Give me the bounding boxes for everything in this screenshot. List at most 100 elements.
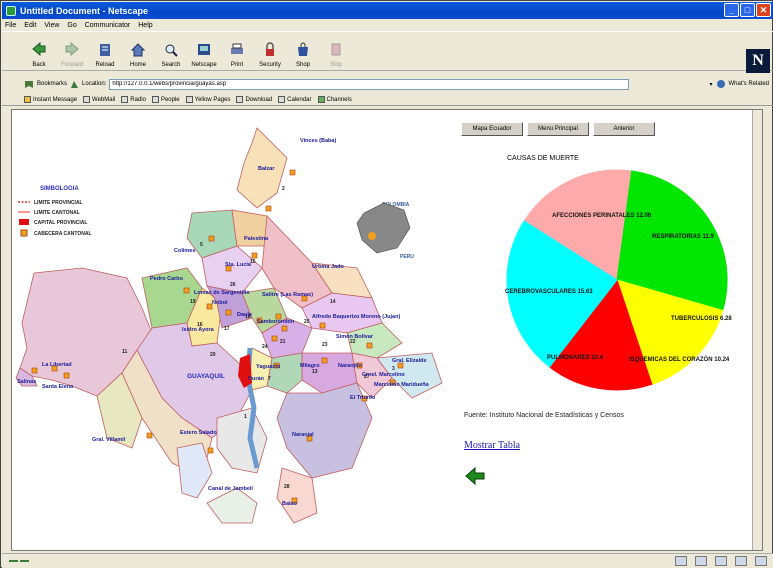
svg-text:Nobol: Nobol	[212, 300, 228, 306]
svg-text:5: 5	[200, 242, 203, 248]
security-button[interactable]: Security	[255, 32, 285, 70]
anterior-button[interactable]: Anterior	[593, 122, 655, 136]
menu-file[interactable]: File	[5, 22, 16, 29]
shop-button[interactable]: Shop	[288, 32, 318, 70]
print-button[interactable]: Print	[222, 32, 252, 70]
shop-icon	[298, 42, 308, 56]
print-icon	[231, 43, 243, 54]
forward-icon	[65, 42, 79, 57]
menu-go[interactable]: Go	[67, 22, 76, 29]
mapa-ecuador-button[interactable]: Mapa Ecuador	[461, 122, 523, 136]
groups-icon[interactable]	[715, 556, 727, 566]
svg-text:Balao: Balao	[282, 501, 298, 507]
back-button[interactable]: Back	[24, 32, 54, 70]
home-button[interactable]: Home	[123, 32, 153, 70]
svg-text:Salitre (Las Ramas): Salitre (Las Ramas)	[262, 292, 313, 298]
url-input[interactable]	[109, 78, 630, 90]
svg-text:Durán: Durán	[248, 376, 265, 382]
svg-text:El Triunfo: El Triunfo	[350, 395, 376, 401]
channels-icon	[317, 96, 325, 103]
bookmark-icon	[278, 96, 286, 103]
browser-window: Untitled Document - Netscape _ □ ✕ File …	[0, 0, 773, 568]
bookmarks-button[interactable]: Bookmarks	[37, 81, 67, 87]
close-button[interactable]: ✕	[756, 3, 771, 17]
legend-title: SIMBOLOGIA	[40, 186, 79, 192]
svg-text:Urbina Jado: Urbina Jado	[312, 264, 344, 270]
svg-text:20: 20	[210, 352, 216, 358]
reload-icon	[100, 44, 110, 56]
pie-label-afecciones: AFECCIONES PERINATALES 12.06	[552, 213, 652, 219]
menu-help[interactable]: Help	[138, 22, 152, 29]
menu-principal-button[interactable]: Menu Principal	[527, 122, 589, 136]
location-icon	[71, 80, 79, 88]
pb-calendar[interactable]: Calendar	[278, 96, 312, 103]
mail-icon[interactable]	[695, 556, 707, 566]
svg-text:Estero Salado: Estero Salado	[180, 430, 217, 436]
ecuador-inset-map	[356, 202, 411, 254]
maximize-button[interactable]: □	[740, 3, 755, 17]
bookmarks-icon[interactable]	[24, 79, 34, 89]
svg-text:GUAYAQUIL: GUAYAQUIL	[187, 373, 225, 380]
vertical-scrollbar[interactable]	[752, 110, 762, 550]
page-content: SIMBOLOGIA LIMITE PROVINCIAL LIMITE CANT…	[11, 109, 763, 551]
location-label: Location:	[82, 81, 107, 87]
svg-text:25: 25	[304, 319, 310, 325]
svg-text:13: 13	[312, 369, 318, 375]
svg-text:1: 1	[244, 414, 247, 420]
menu-view[interactable]: View	[44, 22, 59, 29]
svg-text:11: 11	[122, 349, 128, 355]
province-map: SIMBOLOGIA LIMITE PROVINCIAL LIMITE CANT…	[15, 127, 443, 524]
window-title: Untitled Document - Netscape	[20, 5, 149, 16]
pb-people[interactable]: People	[151, 96, 180, 103]
region-puna[interactable]	[216, 407, 268, 474]
svg-text:14: 14	[330, 299, 336, 305]
region-jambeli[interactable]	[206, 487, 258, 524]
stop-button[interactable]: Stop	[321, 32, 351, 70]
svg-text:24: 24	[262, 344, 268, 350]
svg-text:Simón Bolívar: Simón Bolívar	[336, 334, 374, 340]
navigator-icon[interactable]	[675, 556, 687, 566]
pb-download[interactable]: Download	[236, 96, 272, 103]
menu-edit[interactable]: Edit	[24, 22, 36, 29]
composer-icon[interactable]	[735, 556, 747, 566]
pb-yellow-pages[interactable]: Yellow Pages	[185, 96, 230, 103]
chart-title: CAUSAS DE MUERTE	[507, 155, 579, 162]
legend-item-cantonal: LIMITE CANTONAL	[34, 210, 80, 216]
forward-button[interactable]: Forward	[57, 32, 87, 70]
legend-cabecera-swatch	[20, 229, 28, 237]
svg-text:Salinas: Salinas	[17, 379, 36, 385]
status-bar	[2, 553, 773, 568]
security-icon	[266, 42, 274, 56]
instant-message-icon	[24, 96, 31, 103]
pb-channels[interactable]: Channels	[317, 96, 352, 103]
legend-item-capital: CAPITAL PROVINCIAL	[34, 220, 87, 226]
checkmark-icon[interactable]	[755, 556, 767, 566]
svg-text:PERU: PERU	[400, 254, 414, 260]
back-icon	[32, 42, 46, 57]
pie-label-isquemicas: ISQUEMICAS DEL CORAZÓN 10.24	[629, 355, 730, 363]
svg-text:Vinces (Baba): Vinces (Baba)	[300, 138, 336, 144]
map-legend: SIMBOLOGIA LIMITE PROVINCIAL LIMITE CANT…	[18, 186, 92, 237]
pb-radio[interactable]: Radio	[121, 96, 146, 103]
mostrar-tabla-link[interactable]: Mostrar Tabla	[464, 440, 520, 451]
region-yaguachi[interactable]	[266, 352, 303, 394]
back-arrow-icon[interactable]	[464, 465, 486, 487]
title-bar: Untitled Document - Netscape _ □ ✕	[2, 2, 773, 19]
personal-toolbar: Instant Message WebMail Radio People Yel…	[2, 94, 773, 106]
causes-of-death-pie-chart: AFECCIONES PERINATALES 12.06 RESPIRATORI…	[505, 169, 732, 391]
svg-text:Colimes: Colimes	[174, 248, 195, 254]
pb-webmail[interactable]: WebMail	[83, 96, 115, 103]
legend-item-cabecera: CABECERA CANTONAL	[34, 231, 92, 237]
url-dropdown-icon[interactable]: ▾	[709, 81, 712, 88]
menu-communicator[interactable]: Communicator	[85, 22, 131, 29]
minimize-button[interactable]: _	[724, 3, 739, 17]
bookmark-icon	[151, 96, 159, 103]
reload-button[interactable]: Reload	[90, 32, 120, 70]
whats-related-button[interactable]: What's Related	[729, 81, 770, 87]
pb-instant-message[interactable]: Instant Message	[24, 96, 77, 103]
netscape-button[interactable]: Netscape	[189, 32, 219, 70]
bookmark-icon	[121, 96, 129, 103]
svg-text:Crnel. Marcelino: Crnel. Marcelino	[362, 372, 405, 378]
svg-text:Sta. Lucía: Sta. Lucía	[225, 262, 252, 268]
search-button[interactable]: Search	[156, 32, 186, 70]
